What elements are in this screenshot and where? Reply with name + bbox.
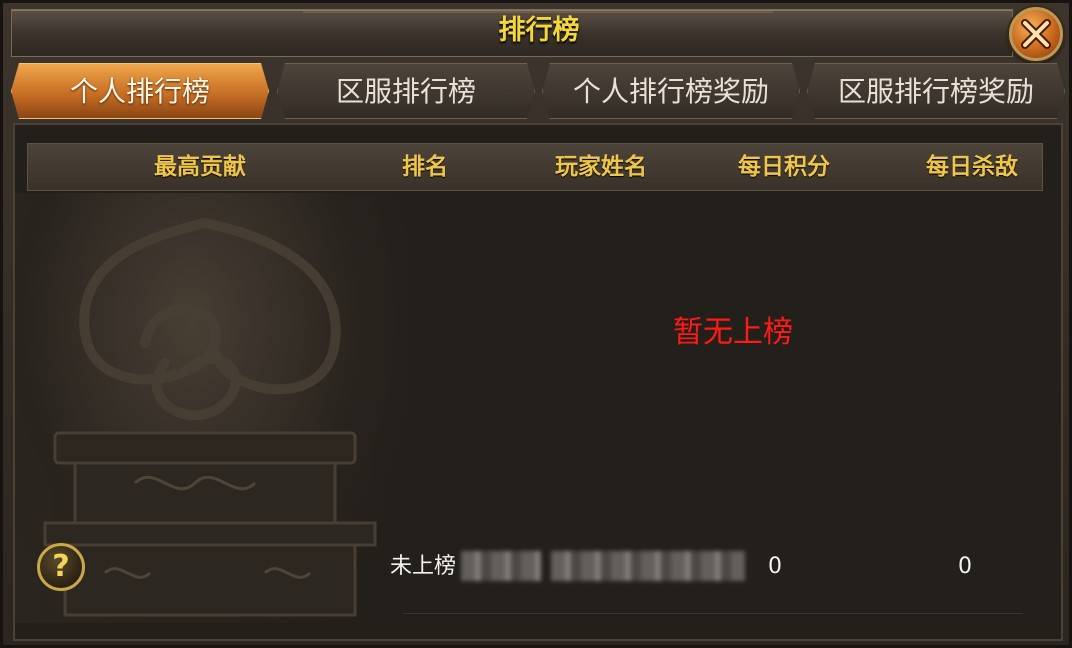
self-daily-points: 0 xyxy=(768,554,782,579)
header-top-contribution: 最高贡献 xyxy=(154,154,246,180)
header-rank: 排名 xyxy=(402,154,448,180)
header-daily-points: 每日积分 xyxy=(738,154,830,180)
tab-server-ranking[interactable]: 区服排行榜 xyxy=(277,63,535,119)
close-button[interactable] xyxy=(1009,7,1063,61)
table-header: 最高贡献 排名 玩家姓名 每日积分 每日杀敌 xyxy=(27,143,1043,191)
redacted-name-part xyxy=(461,551,541,581)
self-rank: 未上榜 xyxy=(390,554,457,579)
header-daily-kills: 每日杀敌 xyxy=(926,154,1018,180)
window-title: 排行榜 xyxy=(498,15,580,46)
close-x-icon xyxy=(1021,19,1051,49)
self-daily-kills: 0 xyxy=(958,554,972,579)
row-divider xyxy=(403,613,1023,614)
tab-personal-ranking[interactable]: 个人排行榜 xyxy=(11,63,269,119)
question-mark-icon: ? xyxy=(52,549,70,584)
help-button[interactable]: ? xyxy=(37,543,85,591)
empty-ranking-message: 暂无上榜 xyxy=(673,315,793,350)
header-player-name: 玩家姓名 xyxy=(555,154,647,180)
ranking-window: 排行榜 个人排行榜 区服排行榜 个人排行榜奖励 区服排行榜奖励 最高贡献 排名 … xyxy=(0,0,1072,648)
tab-server-ranking-rewards[interactable]: 区服排行榜奖励 xyxy=(807,63,1065,119)
tab-personal-ranking-rewards[interactable]: 个人排行榜奖励 xyxy=(542,63,800,119)
redacted-name-part xyxy=(551,551,745,581)
